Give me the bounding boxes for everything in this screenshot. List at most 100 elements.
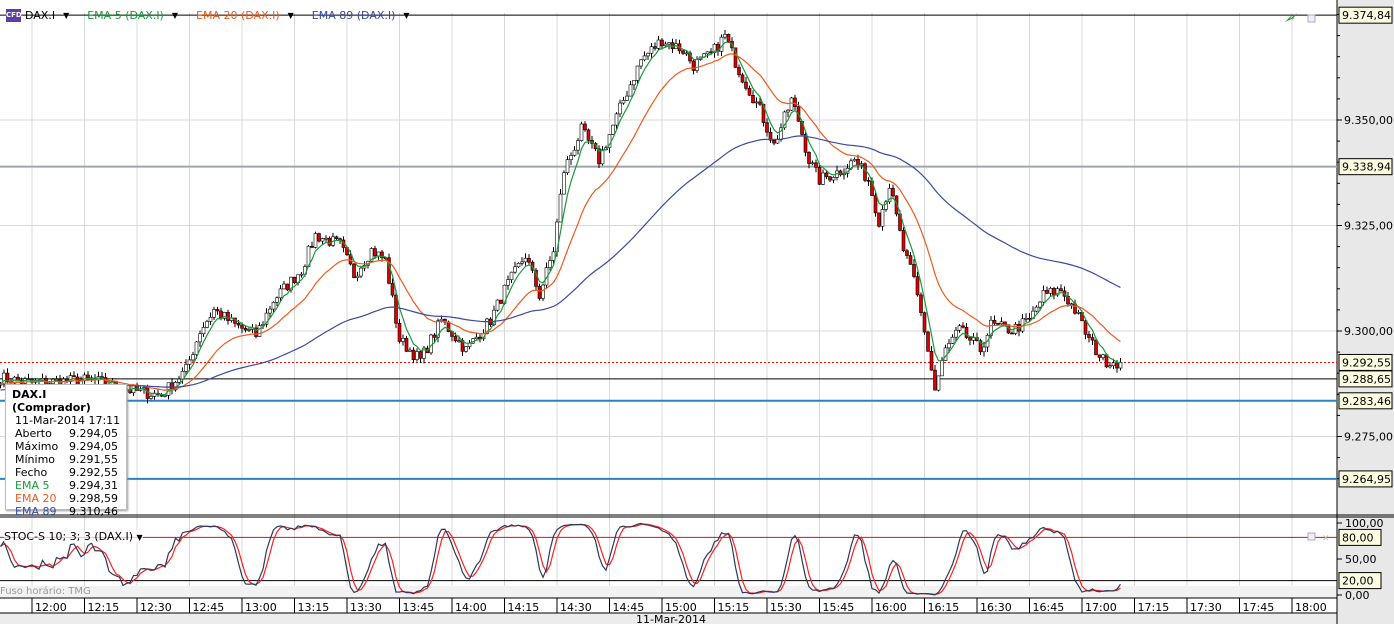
ema20-legend[interactable]: EMA 20 (DAX.I) <box>196 9 280 22</box>
trading-chart[interactable]: 12:00 12:15 12:30 12:45 13:00 13:15 13:30 13:45… <box>0 0 1394 626</box>
symbol-dropdown-icon[interactable]: ▼ <box>63 11 69 20</box>
candle-body <box>632 80 636 86</box>
candle-body <box>957 325 962 331</box>
time-tick-label: 15:15 <box>718 601 750 614</box>
candle-body <box>201 327 206 335</box>
candle-body <box>257 325 262 337</box>
candle-body <box>191 354 195 361</box>
candle-body <box>390 283 395 296</box>
stochastic-legend[interactable]: STOC-S 10; 3; 3 (DAX.I) ▼ <box>4 530 143 543</box>
candle-body <box>215 309 220 312</box>
candle-body <box>313 233 318 248</box>
candle-body <box>737 67 741 76</box>
candle-body <box>453 336 458 342</box>
candle-body <box>821 172 825 185</box>
candle-body <box>1094 339 1098 356</box>
ema5-legend[interactable]: EMA 5 (DAX.I) <box>87 9 164 22</box>
candle-body <box>212 309 216 318</box>
candle-body <box>982 346 986 353</box>
ema20-dropdown-icon[interactable]: ▼ <box>288 11 294 20</box>
candle-body <box>628 84 633 97</box>
cfd-badge-icon: CFD <box>6 9 22 22</box>
time-tick-label: 14:15 <box>508 601 540 614</box>
candle-body <box>891 188 895 197</box>
candle-body <box>184 364 188 372</box>
candle-body <box>415 351 419 360</box>
ema89-legend[interactable]: EMA 89 (DAX.I) <box>312 9 396 22</box>
candle-body <box>1111 362 1116 367</box>
ema89-dropdown-icon[interactable]: ▼ <box>403 11 409 20</box>
candle-body <box>373 248 377 257</box>
candle-body <box>163 395 167 397</box>
stoch-panel-minimize-icon[interactable] <box>1307 532 1316 541</box>
chart-legend: CFD DAX.I ▼ EMA 5 (DAX.I) ▼ EMA 20 (DAX.I)… <box>6 9 424 22</box>
stochastic-dropdown-icon[interactable]: ▼ <box>137 533 143 542</box>
candle-body <box>1118 362 1123 369</box>
trend-arrow-icon[interactable] <box>1285 13 1297 22</box>
date-label: 11-Mar-2014 <box>636 613 706 626</box>
candle-body <box>1052 288 1056 296</box>
candle-body <box>600 149 605 165</box>
data-tooltip: DAX.I (Comprador) 11-Mar-2014 17:11 Aber… <box>5 384 127 518</box>
candle-body <box>268 308 272 314</box>
candle-body <box>765 122 769 133</box>
time-tick-label: 16:15 <box>928 601 960 614</box>
candle-body <box>310 245 314 248</box>
panel-maximize-icon[interactable] <box>1307 14 1316 23</box>
candle-body <box>432 334 437 338</box>
candle-body <box>583 123 587 131</box>
candle-body <box>810 162 815 165</box>
ema-line-89 <box>0 135 1121 391</box>
candle-body <box>646 52 650 57</box>
candle-body <box>663 43 668 47</box>
candle-body <box>719 36 724 52</box>
candle-body <box>950 336 955 344</box>
candle-body <box>905 250 909 256</box>
candle-body <box>915 276 920 296</box>
tooltip-datetime: 11-Mar-2014 17:11 <box>15 414 121 427</box>
candle-body <box>569 155 573 160</box>
candle-body <box>649 46 654 54</box>
price-label-reference: 9.288,65 <box>1342 373 1391 386</box>
tooltip-title: DAX.I (Comprador) <box>12 388 91 414</box>
ema5-dropdown-icon[interactable]: ▼ <box>172 11 178 20</box>
stoch-panel-close-icon[interactable]: ✕ <box>1322 534 1330 544</box>
candle-body <box>866 180 871 182</box>
candle-body <box>723 34 727 38</box>
candle-body <box>831 177 836 181</box>
candle-body <box>418 351 423 359</box>
stoch-d-line <box>0 523 1121 595</box>
price-tick-label: 9.350,00 <box>1344 114 1393 127</box>
time-tick-label: 18:00 <box>1295 601 1327 614</box>
candle-body <box>828 176 832 181</box>
candle-body <box>740 74 745 83</box>
candle-body <box>278 288 283 299</box>
candle-body <box>1115 362 1119 369</box>
stoch-tick-label: 50,00 <box>1345 553 1377 566</box>
candle-body <box>299 273 304 276</box>
candle-body <box>586 129 591 141</box>
candle-body <box>72 375 76 378</box>
price-label-support-2: 9.264,95 <box>1342 473 1391 486</box>
time-tick-label: 13:15 <box>298 601 330 614</box>
candle-body <box>670 42 675 49</box>
candle-body <box>705 51 710 55</box>
stoch-level-label: 80,00 <box>1342 531 1374 544</box>
candle-body <box>877 212 881 227</box>
candle-body <box>1059 288 1063 292</box>
symbol-label[interactable]: DAX.I <box>25 9 55 22</box>
candle-body <box>401 337 405 342</box>
candle-body <box>922 312 927 333</box>
candle-body <box>495 299 500 311</box>
candle-body <box>691 60 696 71</box>
stoch-tick-label: 0,00 <box>1345 589 1370 602</box>
chart-canvas[interactable]: 12:00 12:15 12:30 12:45 13:00 13:15 13:30 13:45… <box>0 0 1394 624</box>
candle-body <box>667 42 671 45</box>
price-label-high-marker: 9.374,84 <box>1342 9 1391 22</box>
candle-body <box>516 263 521 268</box>
time-tick-label: 16:00 <box>875 601 907 614</box>
candle-body <box>639 59 643 67</box>
candle-body <box>635 65 640 81</box>
candle-body <box>324 237 328 240</box>
candle-body <box>376 251 381 257</box>
